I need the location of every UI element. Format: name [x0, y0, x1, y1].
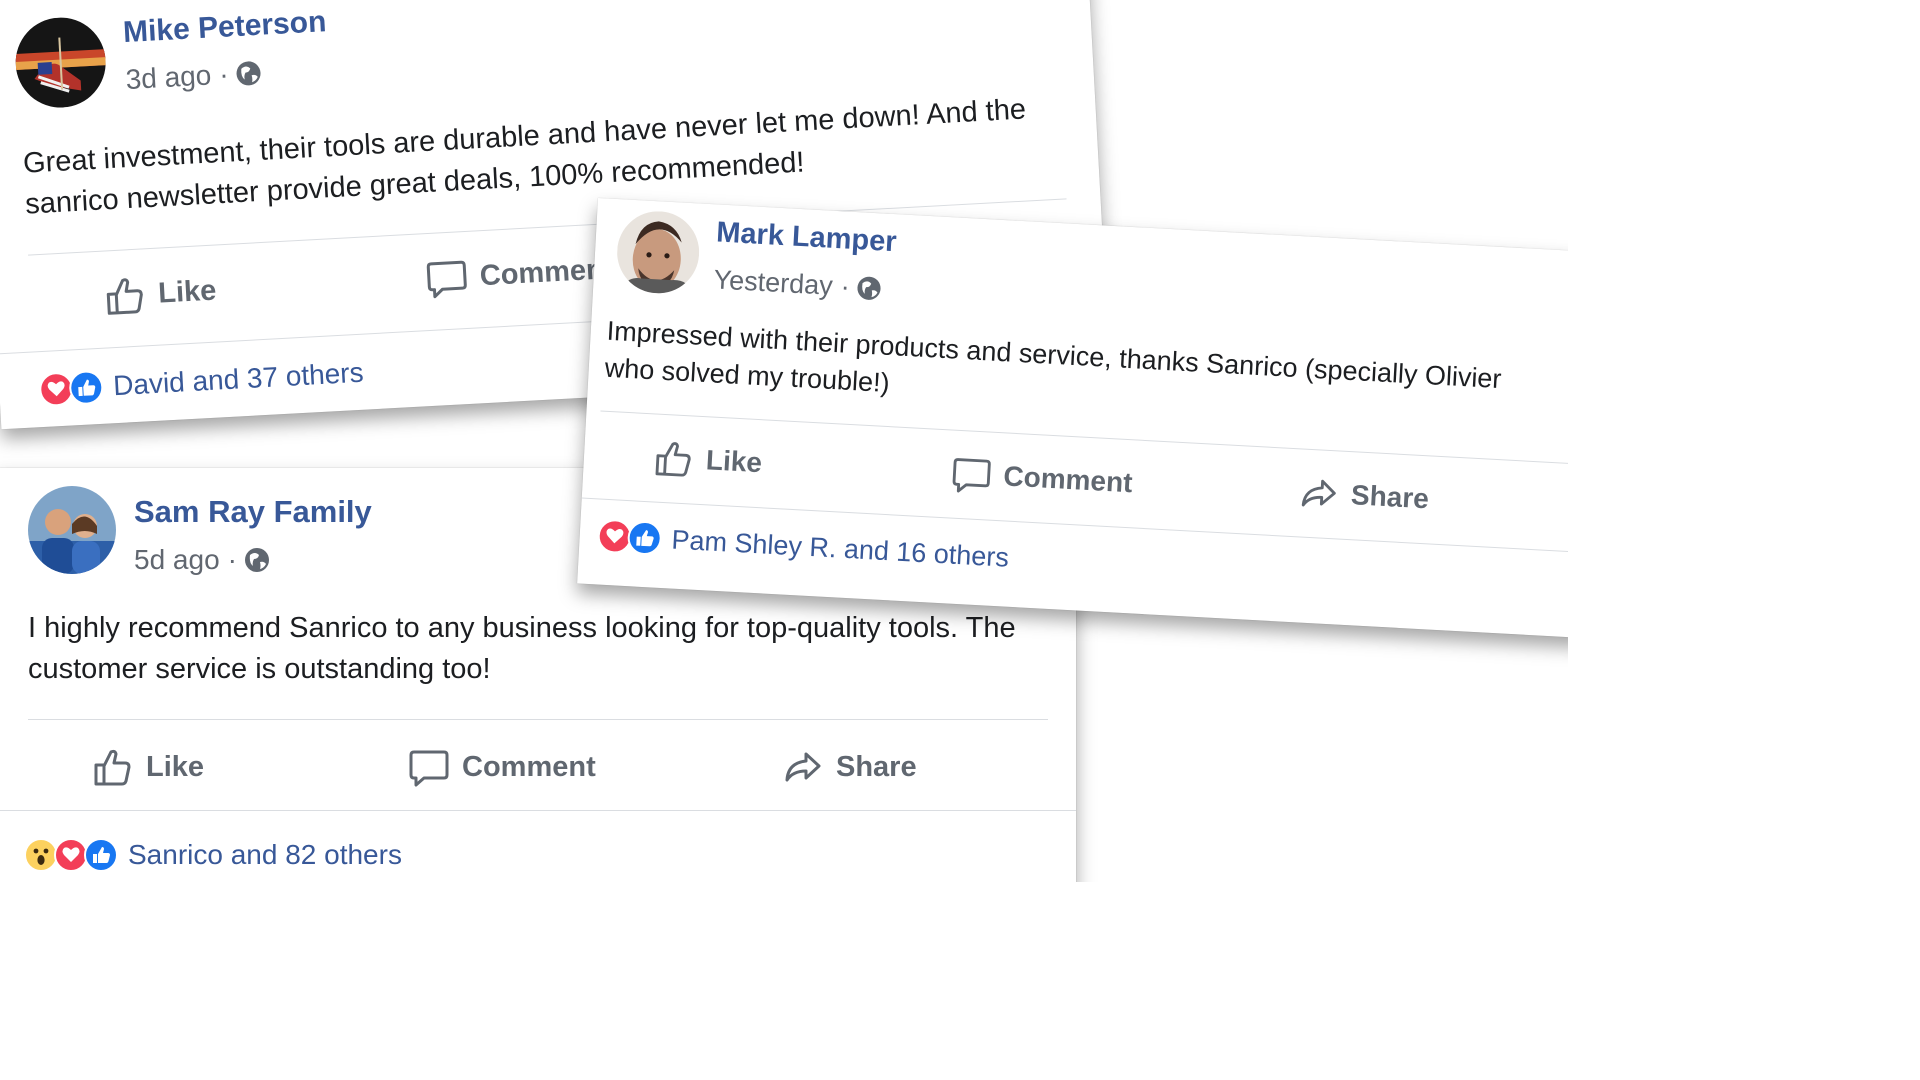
wow-reaction-icon	[24, 838, 58, 872]
comment-icon	[952, 458, 991, 493]
avatar[interactable]	[28, 486, 116, 574]
comment-label: Comment	[462, 750, 596, 783]
avatar-photo-icon	[13, 15, 109, 110]
post-meta: Yesterday ·	[713, 264, 884, 304]
separator-dot: ·	[218, 58, 230, 90]
like-button[interactable]: Like	[103, 270, 217, 318]
reaction-summary[interactable]: David and 37 others	[38, 356, 364, 408]
share-label: Share	[836, 750, 917, 783]
like-reaction-icon	[84, 838, 118, 872]
share-label: Share	[1350, 479, 1430, 515]
post-time[interactable]: 3d ago	[125, 59, 212, 96]
share-button[interactable]: Share	[1298, 472, 1430, 519]
like-reaction-icon	[68, 369, 105, 406]
comment-label: Comment	[1002, 460, 1134, 499]
like-button[interactable]: Like	[92, 746, 204, 788]
globe-icon	[857, 276, 881, 300]
review-collage: Sam Ray Family 5d ago · I highly recomme…	[0, 0, 1568, 882]
share-button[interactable]: Share	[782, 746, 917, 788]
comment-button[interactable]: Comment	[951, 454, 1134, 504]
post-text: Impressed with their products and servic…	[604, 315, 1503, 398]
avatar-photo-icon	[28, 486, 116, 574]
like-reaction-icon	[626, 520, 663, 556]
share-arrow-icon	[785, 752, 821, 782]
comment-button[interactable]: Comment	[408, 746, 596, 788]
reaction-summary-label: David and 37 others	[112, 356, 365, 402]
separator-dot: ·	[227, 544, 237, 575]
reaction-summary-label: Sanrico and 82 others	[128, 839, 402, 870]
author-name[interactable]: Sam Ray Family	[134, 494, 372, 530]
author-name[interactable]: Mark Lamper	[715, 216, 897, 259]
thumbs-up-icon	[655, 442, 691, 477]
avatar-photo-icon	[614, 209, 702, 296]
thumbs-up-icon	[94, 749, 131, 786]
like-label: Like	[146, 750, 205, 783]
divider	[0, 810, 1076, 811]
comment-icon	[409, 750, 449, 787]
share-arrow-icon	[1301, 479, 1336, 507]
separator-dot: ·	[839, 271, 851, 302]
post-time[interactable]: Yesterday	[713, 264, 834, 301]
comment-icon	[426, 260, 467, 299]
post-meta: 3d ago ·	[125, 57, 263, 96]
post-text: Great investment, their tools are durabl…	[22, 93, 1027, 221]
like-label: Like	[705, 444, 763, 479]
thumbs-up-icon	[106, 278, 143, 315]
post-text: I highly recommend Sanrico to any busine…	[28, 612, 1016, 686]
like-button[interactable]: Like	[653, 437, 763, 483]
reaction-summary[interactable]: Sanrico and 82 others	[24, 838, 402, 872]
post-time[interactable]: 5d ago	[134, 544, 220, 576]
author-name[interactable]: Mike Peterson	[122, 5, 327, 50]
post-meta: 5d ago ·	[134, 544, 271, 576]
avatar[interactable]	[614, 209, 702, 296]
globe-icon	[236, 61, 261, 86]
reaction-summary-label: Pam Shley R. and 16 others	[670, 524, 1010, 573]
divider	[28, 719, 1048, 720]
comment-button[interactable]: Comment	[425, 248, 615, 300]
avatar[interactable]	[13, 15, 109, 110]
post-card-mark-lamper: Mark Lamper Yesterday · Impressed with t…	[577, 198, 1568, 639]
reaction-summary[interactable]: Pam Shley R. and 16 others	[596, 518, 1010, 575]
globe-icon	[244, 548, 269, 572]
like-label: Like	[157, 274, 218, 310]
love-reaction-icon	[54, 838, 88, 872]
